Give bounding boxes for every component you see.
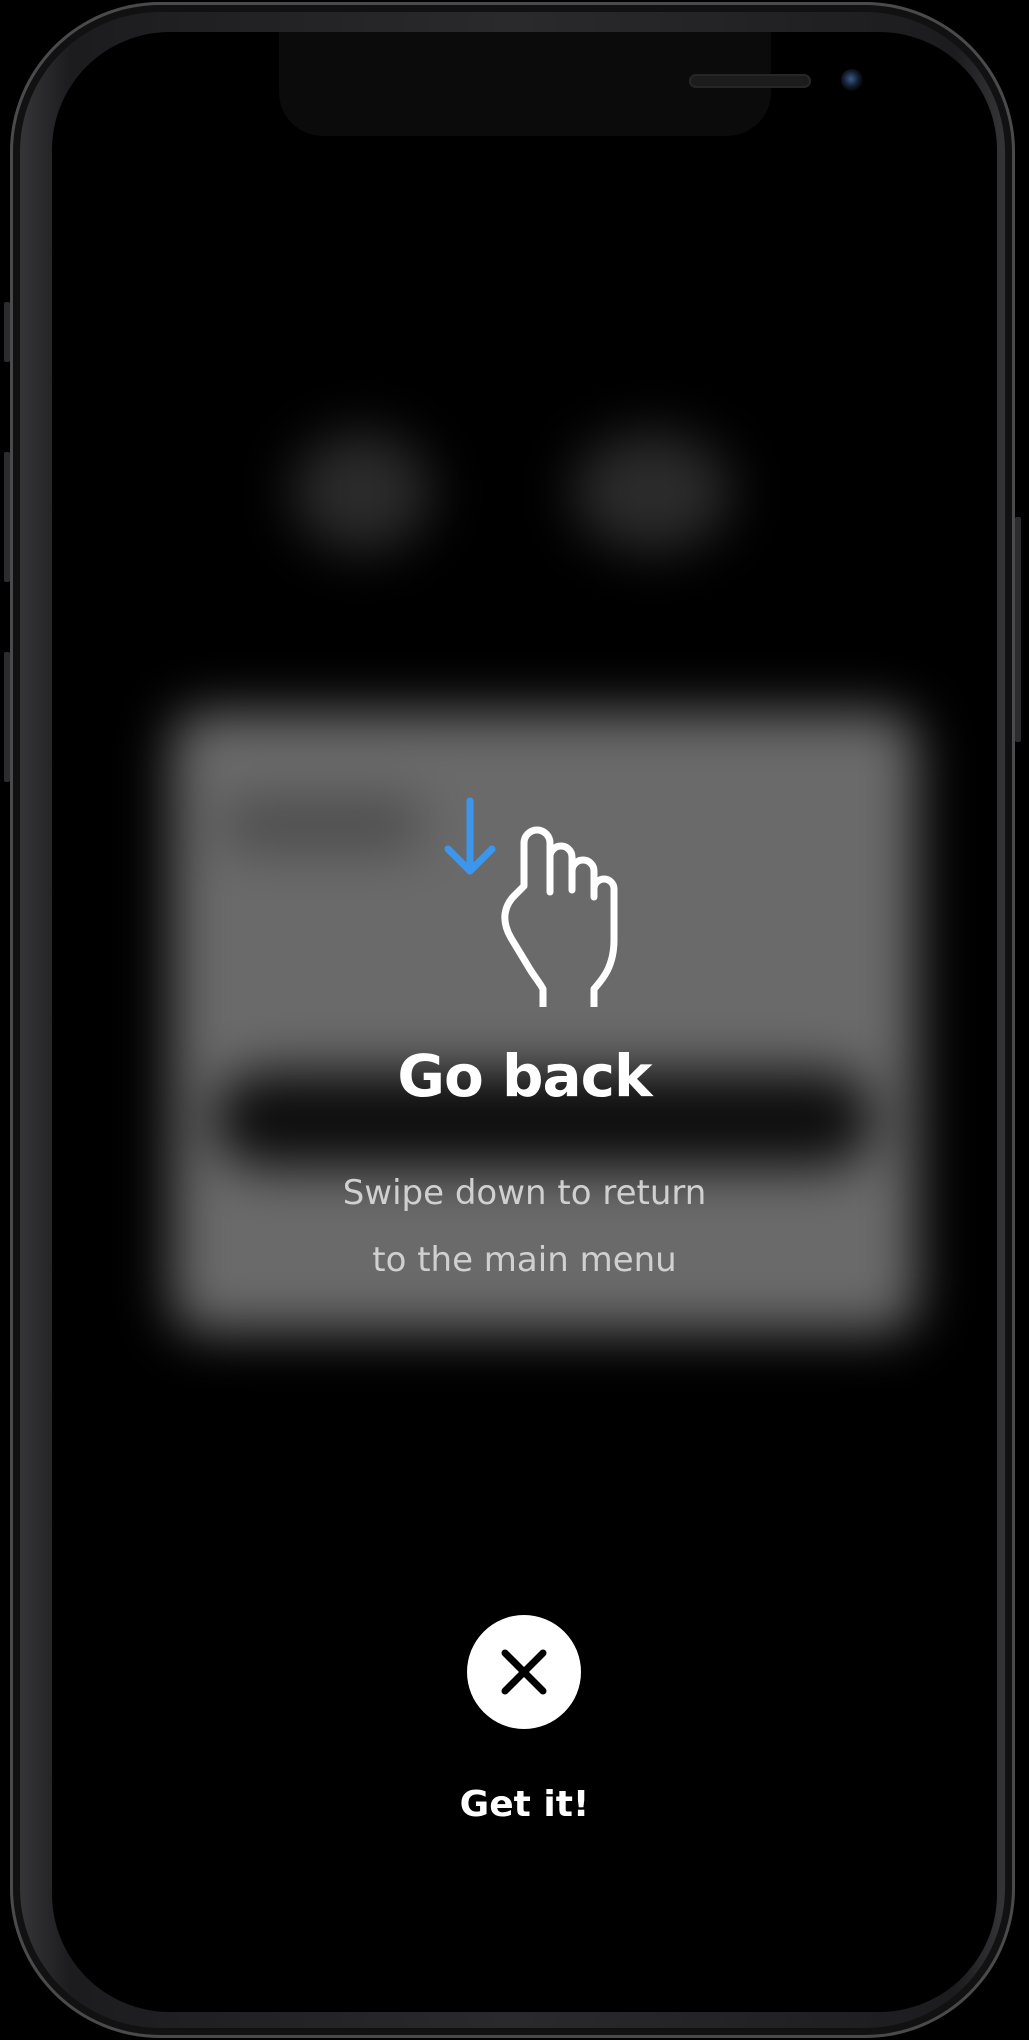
side-button-power [1015,517,1021,742]
description-line-1: Swipe down to return [342,1173,707,1213]
side-button-volume-up [4,452,10,582]
screen: Go back Swipe down to return to the main… [52,32,997,2012]
phone-frame: Go back Swipe down to return to the main… [4,2,1021,2038]
description-line-2: to the main menu [372,1240,677,1280]
dismiss-button[interactable] [467,1615,581,1729]
tutorial-overlay: Go back Swipe down to return to the main… [52,32,997,2012]
swipe-down-hand-icon [432,787,622,1018]
arrow-down-icon [444,797,496,875]
hand-icon [501,826,618,1018]
side-button-volume-down [4,652,10,782]
dismiss-label[interactable]: Get it! [52,1784,997,1825]
tutorial-description: Swipe down to return to the main menu [52,1160,997,1294]
close-icon [501,1649,547,1695]
side-button-silent [4,302,10,362]
tutorial-title: Go back [397,1042,652,1110]
